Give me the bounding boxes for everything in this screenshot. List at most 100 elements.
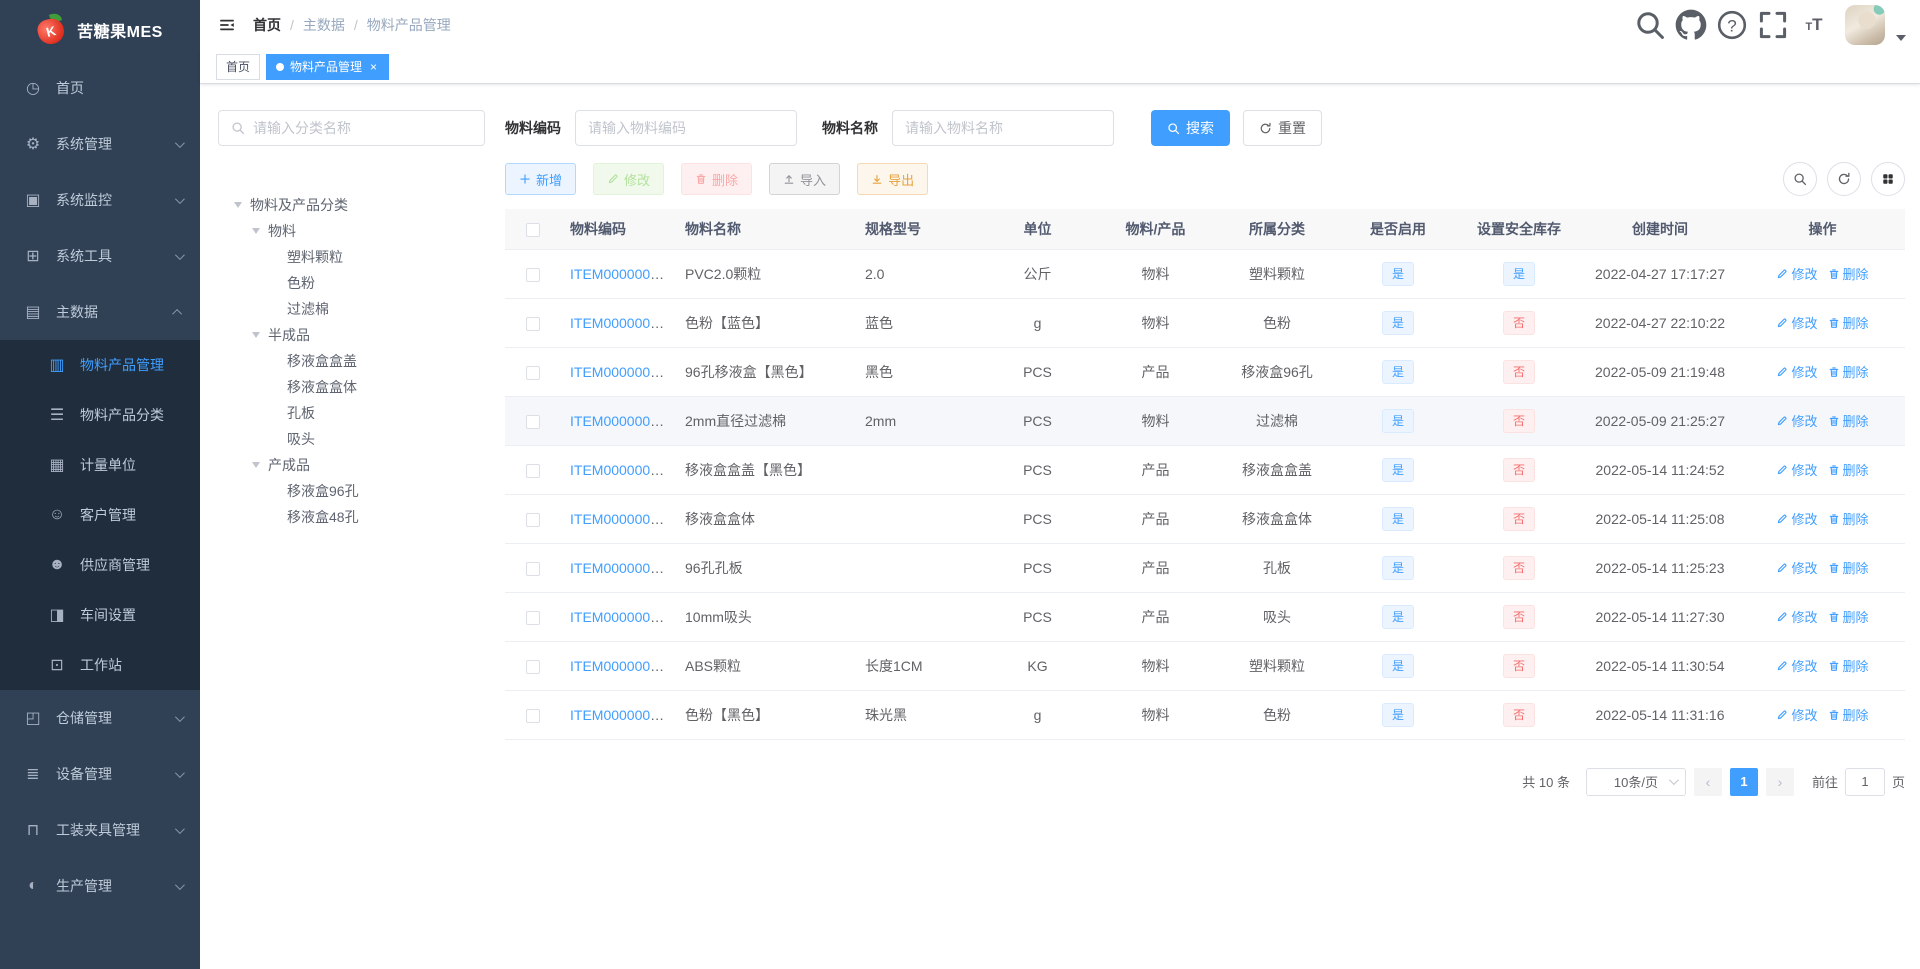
tree-node[interactable]: 移液盒盒体 <box>218 374 485 400</box>
delete-row-button[interactable]: 删除 <box>1828 607 1869 626</box>
sidebar-item[interactable]: ▦ 计量单位 <box>0 440 200 490</box>
item-code-link[interactable]: ITEM00000037 <box>570 266 666 282</box>
refresh-table-button[interactable] <box>1827 162 1861 196</box>
item-code-link[interactable]: ITEM00000046 <box>570 364 666 380</box>
tree-node[interactable]: 产成品 <box>218 452 485 478</box>
sidebar-item[interactable]: ≣ 设备管理 <box>0 746 200 802</box>
edit-row-button[interactable]: 修改 <box>1776 411 1818 430</box>
tab-item[interactable]: 首页 <box>216 53 261 80</box>
prev-page-button[interactable]: ‹ <box>1693 767 1722 796</box>
github-icon[interactable] <box>1675 7 1707 43</box>
item-code-link[interactable]: ITEM00000055 <box>570 658 666 674</box>
toggle-search-button[interactable] <box>1783 162 1817 196</box>
sidebar-item[interactable]: ◰ 仓储管理 <box>0 690 200 746</box>
sidebar-item[interactable]: ☻ 供应商管理 <box>0 540 200 590</box>
tree-node[interactable]: 移液盒48孔 <box>218 504 485 530</box>
delete-row-button[interactable]: 删除 <box>1828 313 1869 332</box>
tree-node[interactable]: 移液盒96孔 <box>218 478 485 504</box>
select-all-checkbox[interactable] <box>525 222 540 237</box>
user-avatar[interactable] <box>1845 5 1885 45</box>
sidebar-item[interactable]: ▤ 主数据 <box>0 284 200 340</box>
row-checkbox[interactable] <box>525 512 540 527</box>
item-code-link[interactable]: ITEM00000051 <box>570 462 666 478</box>
edit-row-button[interactable]: 修改 <box>1776 509 1818 528</box>
user-menu-caret-icon[interactable] <box>1896 35 1906 41</box>
item-name-input[interactable] <box>892 110 1114 146</box>
row-checkbox[interactable] <box>525 316 540 331</box>
sidebar-item[interactable]: ☰ 物料产品分类 <box>0 390 200 440</box>
item-code-link[interactable]: ITEM00000041 <box>570 315 666 331</box>
row-checkbox[interactable] <box>525 267 540 282</box>
delete-row-button[interactable]: 删除 <box>1828 509 1869 528</box>
edit-row-button[interactable]: 修改 <box>1776 558 1818 577</box>
reset-button[interactable]: 重置 <box>1243 110 1322 146</box>
breadcrumb-item[interactable]: 主数据 <box>303 15 345 35</box>
sidebar-item[interactable]: ◷ 首页 <box>0 60 200 116</box>
breadcrumb-item[interactable]: 首页 <box>253 15 281 35</box>
sidebar-item[interactable]: ◐ 生产管理 <box>0 858 200 914</box>
tree-node[interactable]: 半成品 <box>218 322 485 348</box>
sidebar-item[interactable]: ⊓ 工装夹具管理 <box>0 802 200 858</box>
row-checkbox[interactable] <box>525 463 540 478</box>
row-checkbox[interactable] <box>525 610 540 625</box>
sidebar-item[interactable]: ▣ 系统监控 <box>0 172 200 228</box>
delete-row-button[interactable]: 删除 <box>1828 656 1869 675</box>
import-button[interactable]: 导入 <box>769 163 841 195</box>
sidebar-item[interactable]: ⊡ 工作站 <box>0 640 200 690</box>
fullscreen-icon[interactable] <box>1757 7 1789 43</box>
sidebar-collapse-icon[interactable] <box>217 15 237 35</box>
search-icon[interactable] <box>1634 7 1666 43</box>
sidebar-item[interactable]: ☺ 客户管理 <box>0 490 200 540</box>
tree-node[interactable]: 物料 <box>218 218 485 244</box>
font-size-icon[interactable]: TT <box>1798 7 1830 43</box>
question-icon[interactable]: ? <box>1716 7 1748 43</box>
sidebar-item[interactable]: ⚙ 系统管理 <box>0 116 200 172</box>
row-checkbox[interactable] <box>525 561 540 576</box>
add-button[interactable]: 新增 <box>505 163 577 195</box>
item-code-link[interactable]: ITEM00000056 <box>570 707 666 723</box>
delete-row-button[interactable]: 删除 <box>1828 705 1869 724</box>
edit-row-button[interactable]: 修改 <box>1776 705 1818 724</box>
tree-node[interactable]: 色粉 <box>218 270 485 296</box>
search-button[interactable]: 搜索 <box>1151 110 1230 146</box>
app-logo[interactable]: K 苦糖果MES <box>0 0 200 60</box>
delete-row-button[interactable]: 删除 <box>1828 558 1869 577</box>
delete-row-button[interactable]: 删除 <box>1828 460 1869 479</box>
item-code-link[interactable]: ITEM00000053 <box>570 560 666 576</box>
tree-search-input[interactable] <box>253 120 472 136</box>
item-code-input[interactable] <box>575 110 797 146</box>
row-checkbox[interactable] <box>525 414 540 429</box>
page-size-select[interactable]: 10条/页 <box>1585 767 1686 796</box>
sidebar-item[interactable]: ▥ 物料产品管理 <box>0 340 200 390</box>
export-button[interactable]: 导出 <box>857 163 929 195</box>
tree-node[interactable]: 塑料颗粒 <box>218 244 485 270</box>
tree-node[interactable]: 吸头 <box>218 426 485 452</box>
page-number-1[interactable]: 1 <box>1729 767 1758 796</box>
next-page-button[interactable]: › <box>1765 767 1794 796</box>
edit-row-button[interactable]: 修改 <box>1776 264 1818 283</box>
close-icon[interactable]: × <box>368 60 379 74</box>
edit-row-button[interactable]: 修改 <box>1776 607 1818 626</box>
delete-button[interactable]: 删除 <box>681 163 753 195</box>
tree-node[interactable]: 孔板 <box>218 400 485 426</box>
edit-row-button[interactable]: 修改 <box>1776 460 1818 479</box>
sidebar-item[interactable]: ⊞ 系统工具 <box>0 228 200 284</box>
item-code-link[interactable]: ITEM00000052 <box>570 511 666 527</box>
tab-active[interactable]: 物料产品管理 × <box>266 53 390 80</box>
edit-row-button[interactable]: 修改 <box>1776 362 1818 381</box>
row-checkbox[interactable] <box>525 365 540 380</box>
delete-row-button[interactable]: 删除 <box>1828 362 1869 381</box>
item-code-link[interactable]: ITEM00000054 <box>570 609 666 625</box>
row-checkbox[interactable] <box>525 659 540 674</box>
edit-row-button[interactable]: 修改 <box>1776 656 1818 675</box>
delete-row-button[interactable]: 删除 <box>1828 411 1869 430</box>
edit-button[interactable]: 修改 <box>593 163 665 195</box>
goto-page-input[interactable] <box>1844 767 1885 796</box>
tree-node[interactable]: 过滤棉 <box>218 296 485 322</box>
column-settings-button[interactable] <box>1871 162 1905 196</box>
tree-node[interactable]: 移液盒盒盖 <box>218 348 485 374</box>
tree-node[interactable]: 物料及产品分类 <box>218 192 485 218</box>
row-checkbox[interactable] <box>525 708 540 723</box>
edit-row-button[interactable]: 修改 <box>1776 313 1818 332</box>
delete-row-button[interactable]: 删除 <box>1828 264 1869 283</box>
